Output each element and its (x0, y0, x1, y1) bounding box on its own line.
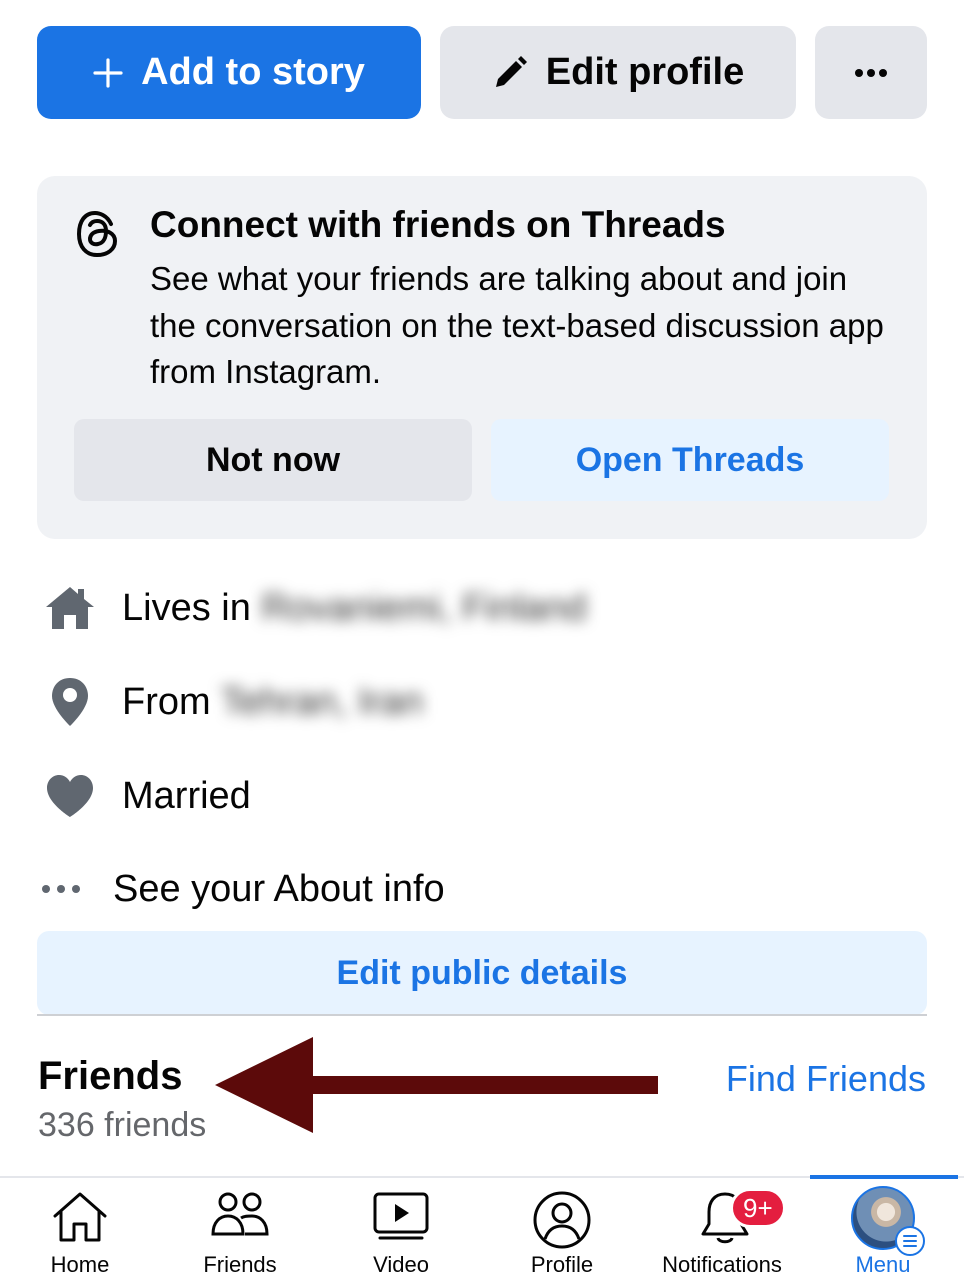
find-friends-link[interactable]: Find Friends (726, 1058, 926, 1100)
threads-logo-icon (76, 210, 118, 258)
bottom-tab-bar: Home Friends Video Profile 9+ Notificati… (0, 1175, 964, 1282)
relationship-status: Married (122, 774, 251, 817)
tab-video[interactable]: Video (321, 1178, 481, 1282)
more-dots-icon (42, 885, 80, 893)
open-threads-button[interactable]: Open Threads (491, 419, 889, 501)
tab-profile[interactable]: Profile (482, 1178, 642, 1282)
relationship-row: Married (0, 766, 964, 826)
tab-menu-label: Menu (855, 1252, 911, 1277)
from-label: From (122, 680, 211, 723)
friends-heading: Friends (38, 1054, 183, 1098)
more-dots-icon (855, 68, 887, 77)
location-pin-icon (52, 678, 88, 726)
tab-video-label: Video (373, 1252, 429, 1277)
tab-notifications-label: Notifications (662, 1252, 782, 1277)
edit-public-details-button[interactable]: Edit public details (37, 931, 927, 1015)
lives-in-value: Rovaniemi, Finland (261, 586, 587, 629)
home-icon (53, 1192, 107, 1242)
plus-icon (93, 57, 123, 88)
threads-title: Connect with friends on Threads (150, 204, 726, 245)
threads-description: See what your friends are talking about … (150, 260, 884, 390)
tab-menu[interactable]: Menu (803, 1178, 963, 1282)
from-value: Tehran, Iran (220, 680, 424, 723)
see-about-link[interactable]: See your About info (113, 868, 445, 911)
edit-profile-button[interactable]: Edit profile (440, 26, 796, 119)
tab-home-label: Home (50, 1252, 110, 1277)
threads-promo-card: Connect with friends on Threads See what… (37, 176, 927, 539)
home-icon (46, 587, 94, 629)
tab-friends-label: Friends (203, 1252, 277, 1277)
more-options-button[interactable] (815, 26, 927, 119)
tab-home[interactable]: Home (0, 1178, 160, 1282)
section-divider (37, 1014, 927, 1016)
not-now-button[interactable]: Not now (74, 419, 472, 501)
add-to-story-label: Add to story (141, 51, 365, 93)
tab-friends[interactable]: Friends (160, 1178, 320, 1282)
profile-icon (533, 1191, 591, 1249)
lives-in-row: Lives in Rovaniemi, Finland (0, 578, 964, 638)
from-row: From Tehran, Iran (0, 672, 964, 732)
add-to-story-button[interactable]: Add to story (37, 26, 421, 119)
annotation-arrow-icon (215, 1037, 658, 1133)
video-icon (373, 1192, 429, 1240)
friends-icon (211, 1192, 269, 1236)
edit-profile-label: Edit profile (545, 51, 745, 93)
heart-icon (47, 775, 93, 817)
friends-count: 336 friends (38, 1106, 207, 1144)
pencil-icon (495, 55, 527, 87)
see-about-row[interactable]: See your About info (0, 859, 964, 919)
tab-profile-label: Profile (530, 1252, 594, 1277)
notifications-badge: 9+ (730, 1188, 786, 1228)
tab-notifications[interactable]: 9+ Notifications (642, 1178, 802, 1282)
lives-in-label: Lives in (122, 586, 251, 629)
